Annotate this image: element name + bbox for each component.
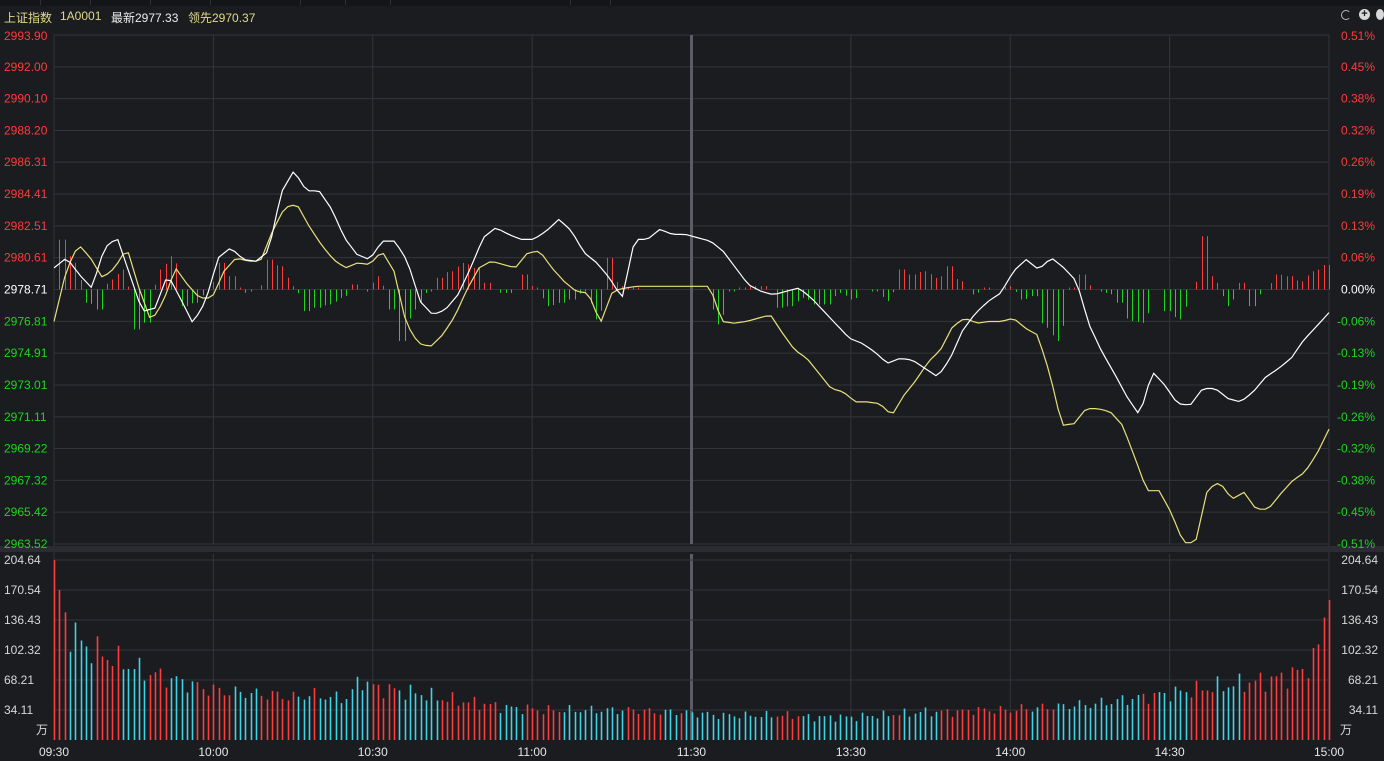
right-axis-tick-label: -0.13% [1337, 346, 1375, 360]
left-axis-tick-label: 2967.32 [4, 473, 48, 487]
right-axis-tick-label: 0.32% [1341, 124, 1375, 138]
left-axis-tick-label: 2978.71 [4, 283, 48, 297]
volume-right-tick-label: 68.21 [1348, 673, 1378, 687]
right-axis-tick-label: 0.26% [1341, 155, 1375, 169]
left-axis-tick-label: 2992.00 [4, 60, 48, 74]
left-axis-tick-label: 2988.20 [4, 124, 48, 138]
right-axis-tick-label: -0.06% [1337, 314, 1375, 328]
left-axis-tick-label: 2974.91 [4, 346, 48, 360]
volume-right-tick-label: 170.54 [1341, 583, 1378, 597]
right-axis-tick-label: -0.26% [1337, 410, 1375, 424]
time-axis-label: 11:00 [518, 745, 547, 759]
left-axis-tick-label: 2990.10 [4, 92, 48, 106]
volume-right-tick-label: 136.43 [1341, 613, 1378, 627]
right-axis-tick-label: 0.06% [1341, 251, 1375, 265]
left-axis-tick-label: 2969.22 [4, 441, 48, 455]
left-axis-tick-label: 2971.11 [4, 410, 47, 424]
intraday-chart[interactable]: 2993.90 2992.00 2990.10 2988.20 2986.31 2984.… [0, 0, 1384, 761]
volume-unit-label-left: 万 [36, 723, 48, 737]
volume-left-tick-label: 68.21 [4, 673, 34, 687]
left-axis-tick-label: 2976.81 [4, 314, 48, 328]
left-axis-tick-label: 2965.42 [4, 505, 48, 519]
right-axis-tick-label: -0.51% [1337, 537, 1375, 551]
right-axis-tick-label: 0.38% [1341, 92, 1375, 106]
right-axis-tick-label: 0.13% [1341, 219, 1375, 233]
time-axis-label: 10:30 [358, 745, 388, 759]
left-axis-tick-label: 2986.31 [4, 155, 48, 169]
right-axis-tick-label: 0.00% [1341, 283, 1375, 297]
right-axis-tick-label: 0.51% [1341, 29, 1375, 43]
volume-left-tick-label: 204.64 [4, 553, 41, 567]
volume-right-tick-label: 204.64 [1341, 553, 1378, 567]
time-axis-label: 13:30 [836, 745, 866, 759]
time-axis-label: 14:30 [1155, 745, 1185, 759]
left-axis-tick-label: 2982.51 [4, 219, 48, 233]
time-axis-label: 15:00 [1314, 745, 1344, 759]
volume-left-tick-label: 34.11 [4, 703, 33, 717]
right-axis-tick-label: -0.45% [1337, 505, 1375, 519]
time-axis-label: 10:00 [198, 745, 228, 759]
right-axis-tick-label: -0.32% [1337, 441, 1375, 455]
volume-left-tick-label: 170.54 [4, 583, 41, 597]
left-axis-tick-label: 2980.61 [4, 251, 48, 265]
volume-left-tick-label: 102.32 [4, 643, 41, 657]
left-axis-tick-label: 2973.01 [4, 378, 48, 392]
volume-unit-label-right: 万 [1340, 723, 1352, 737]
left-axis-tick-label: 2963.52 [4, 537, 48, 551]
time-axis-label: 11:30 [677, 745, 706, 759]
left-axis-tick-label: 2984.41 [4, 187, 48, 201]
right-axis-tick-label: -0.19% [1337, 378, 1375, 392]
volume-left-tick-label: 136.43 [4, 613, 41, 627]
left-axis-tick-label: 2993.90 [4, 29, 48, 43]
time-axis-label: 14:00 [995, 745, 1025, 759]
right-axis-tick-label: 0.19% [1341, 187, 1375, 201]
right-axis-tick-label: -0.38% [1337, 473, 1375, 487]
volume-right-tick-label: 34.11 [1349, 703, 1378, 717]
right-axis-tick-label: 0.45% [1341, 60, 1375, 74]
time-axis-label: 09:30 [39, 745, 69, 759]
volume-right-tick-label: 102.32 [1341, 643, 1378, 657]
